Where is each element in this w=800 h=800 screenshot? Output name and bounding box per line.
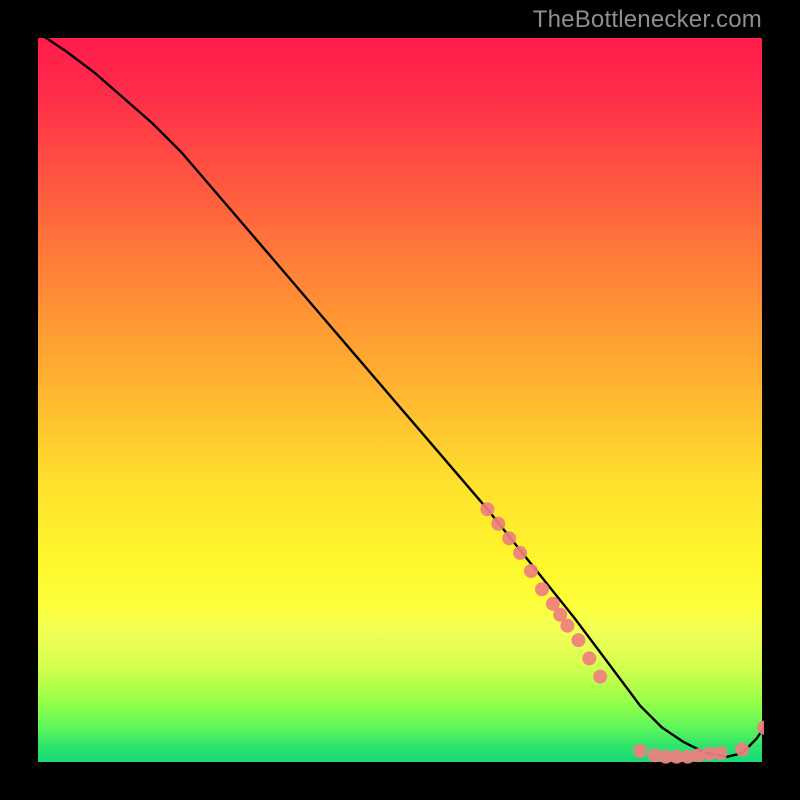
curve-marker [735, 742, 749, 756]
curve-marker [582, 651, 596, 665]
watermark-text: TheBottlenecker.com [533, 6, 762, 34]
curve-marker [513, 546, 527, 560]
curve-marker [571, 633, 585, 647]
curve-markers-group [480, 502, 764, 764]
chart-frame: TheBottlenecker.com [0, 0, 800, 800]
curve-marker [633, 744, 647, 758]
curve-marker [757, 721, 764, 735]
curve-marker [593, 670, 607, 684]
curve-marker [480, 502, 494, 516]
curve-marker [524, 564, 538, 578]
curve-marker [713, 746, 727, 760]
curve-marker [491, 517, 505, 531]
plot-area [36, 36, 764, 764]
curve-marker [560, 619, 574, 633]
bottleneck-curve-line [43, 36, 764, 757]
chart-svg [36, 36, 764, 764]
curve-marker [535, 582, 549, 596]
curve-marker [502, 531, 516, 545]
